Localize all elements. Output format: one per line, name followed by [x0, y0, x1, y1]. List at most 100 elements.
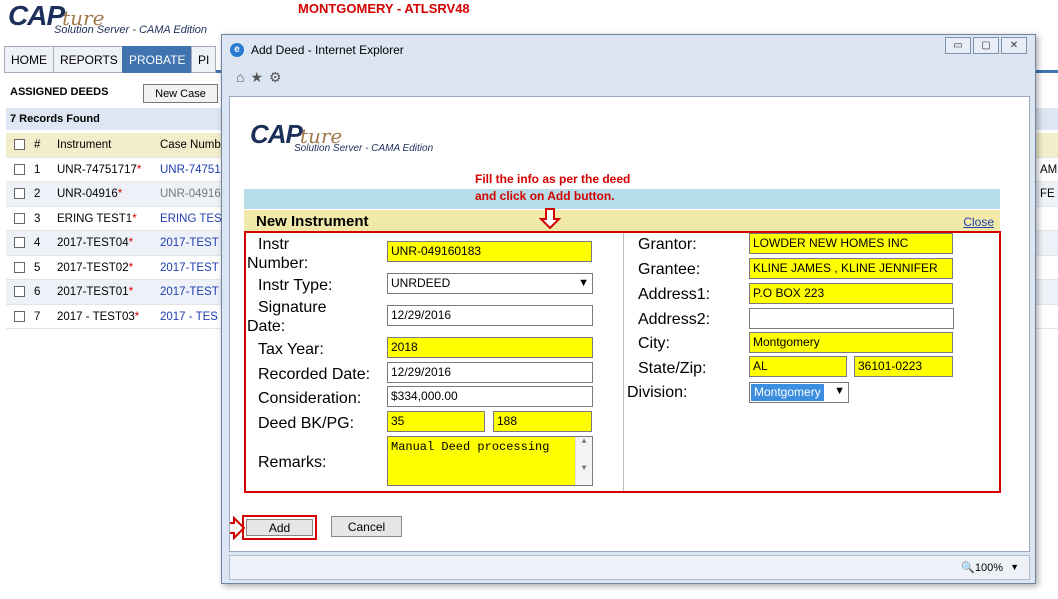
close-link[interactable]: Close — [963, 215, 994, 229]
dialog-logo: CAPture Solution Server - CAMA Edition — [250, 119, 433, 154]
deed-bkpg-label: Deed BK/PG: — [258, 415, 355, 432]
row-num: 1 — [34, 163, 41, 176]
row-checkbox[interactable] — [14, 286, 25, 297]
state-field[interactable]: AL — [749, 356, 847, 377]
select-all-checkbox[interactable] — [14, 139, 25, 150]
row-instrument: 2017 - TEST03* — [57, 310, 140, 323]
section-bar: New Instrument Close — [244, 210, 1000, 232]
chevron-down-icon: ▼ — [578, 277, 589, 289]
row-instrument: 2017-TEST02* — [57, 261, 134, 274]
chevron-down-icon: ▼ — [834, 385, 845, 397]
window-controls: ▭ ▢ ✕ — [945, 37, 1027, 54]
home-icon[interactable]: ⌂ — [236, 69, 250, 85]
row-instrument: UNR-74751717* — [57, 163, 142, 176]
tab-home[interactable]: HOME — [4, 46, 54, 73]
zoom-level[interactable]: 🔍100% — [961, 561, 1003, 574]
address1-field[interactable]: P.O BOX 223 — [749, 283, 953, 304]
tax-year-label: Tax Year: — [258, 341, 324, 358]
tab-probate[interactable]: PROBATE — [122, 46, 193, 73]
new-case-button[interactable]: New Case — [143, 84, 218, 103]
remarks-scrollbar[interactable]: ▲ ▼ — [575, 437, 592, 485]
add-button[interactable]: Add — [246, 519, 313, 536]
deed-book-field[interactable]: 35 — [387, 411, 485, 432]
zip-field[interactable]: 36101-0223 — [854, 356, 953, 377]
row-checkbox[interactable] — [14, 237, 25, 248]
remarks-label: Remarks: — [258, 454, 327, 471]
window-title: Add Deed - Internet Explorer — [251, 43, 404, 57]
row-checkbox[interactable] — [14, 261, 25, 273]
row-instrument: 2017-TEST04* — [57, 237, 134, 249]
annotation-text: Fill the info as per the deed and click … — [475, 171, 630, 205]
cancel-button[interactable]: Cancel — [331, 516, 402, 537]
row-trailing: AM — [1040, 163, 1058, 176]
grantee-label: Grantee: — [638, 261, 701, 278]
address2-field[interactable] — [749, 308, 954, 329]
add-deed-window: e Add Deed - Internet Explorer ▭ ▢ ✕ ⌂★⚙… — [221, 34, 1036, 584]
signature-label-2: Date: — [247, 318, 286, 335]
statezip-label: State/Zip: — [638, 360, 707, 377]
row-instrument: UNR-04916* — [57, 188, 123, 200]
row-checkbox[interactable] — [14, 310, 25, 322]
instr-number-label-1: Instr — [258, 236, 290, 253]
consideration-label: Consideration: — [258, 390, 362, 407]
ie-toolbar: ⌂★⚙ — [236, 69, 288, 86]
row-case-link[interactable]: 2017-TEST — [160, 231, 219, 255]
grantor-field[interactable]: LOWDER NEW HOMES INC — [749, 233, 953, 254]
address2-label: Address2: — [638, 311, 711, 328]
instr-type-value: UNRDEED — [391, 276, 451, 290]
deed-page-field[interactable]: 188 — [493, 411, 592, 432]
instrument-form: Instr Number: UNR-049160183 Instr Type: … — [244, 231, 1001, 493]
instr-type-label: Instr Type: — [258, 277, 333, 294]
remarks-value: Manual Deed processing — [391, 440, 550, 454]
tab-pi[interactable]: PI — [191, 46, 217, 73]
section-title: New Instrument — [256, 213, 369, 230]
down-arrow-icon — [539, 208, 561, 230]
zoom-dropdown-icon[interactable]: ▼ — [1010, 562, 1019, 572]
recorded-date-field[interactable]: 12/29/2016 — [387, 362, 593, 383]
instr-number-field[interactable]: UNR-049160183 — [387, 241, 592, 262]
close-icon[interactable]: ✕ — [1001, 37, 1027, 54]
row-num: 6 — [34, 286, 41, 298]
grantee-field[interactable]: KLINE JAMES , KLINE JENNIFER — [749, 258, 953, 279]
row-case-link[interactable]: 2017-TEST — [160, 280, 219, 304]
annotation-line-1: Fill the info as per the deed — [475, 172, 631, 186]
gear-icon[interactable]: ⚙ — [269, 69, 288, 85]
favorites-star-icon[interactable]: ★ — [250, 69, 269, 85]
col-num: # — [34, 139, 41, 151]
row-checkbox[interactable] — [14, 163, 25, 175]
app-logo: CAPture Solution Server - CAMA Edition — [8, 0, 207, 36]
minimize-icon[interactable]: ▭ — [945, 37, 971, 54]
row-num: 4 — [34, 237, 41, 249]
city-label: City: — [638, 335, 670, 352]
tax-year-field[interactable]: 2018 — [387, 337, 593, 358]
row-case-link[interactable]: 2017-TEST — [160, 256, 219, 280]
row-num: 5 — [34, 261, 41, 274]
row-case-link[interactable]: UNR-04916 — [160, 182, 221, 206]
row-case-link[interactable]: UNR-74751 — [160, 158, 221, 182]
signature-date-field[interactable]: 12/29/2016 — [387, 305, 593, 326]
tab-reports[interactable]: REPORTS — [53, 46, 125, 73]
logo-tagline: Solution Server - CAMA Edition — [54, 24, 208, 36]
city-field[interactable]: Montgomery — [749, 332, 953, 353]
division-select[interactable]: Montgomery ▼ — [749, 382, 849, 403]
column-divider — [623, 233, 624, 491]
row-case-link[interactable]: ERING TES — [160, 207, 222, 231]
row-num: 2 — [34, 188, 41, 200]
row-instrument: 2017-TEST01* — [57, 286, 134, 298]
col-instrument: Instrument — [57, 139, 112, 151]
row-checkbox[interactable] — [14, 188, 25, 199]
ie-icon: e — [230, 43, 244, 57]
instr-type-select[interactable]: UNRDEED ▼ — [387, 273, 593, 294]
row-instrument: ERING TEST1* — [57, 212, 137, 225]
ie-status-bar: 🔍100% ▼ — [229, 555, 1030, 580]
consideration-field[interactable]: $334,000.00 — [387, 386, 593, 407]
col-case: Case Numb — [160, 139, 221, 151]
instr-number-label-2: Number: — [247, 255, 309, 272]
dialog-content: CAPture Solution Server - CAMA Edition F… — [229, 96, 1030, 552]
row-num: 7 — [34, 310, 41, 323]
annotation-line-2: and click on Add button. — [475, 189, 615, 203]
maximize-icon[interactable]: ▢ — [973, 37, 999, 54]
row-checkbox[interactable] — [14, 212, 25, 224]
row-case-link[interactable]: 2017 - TES — [160, 305, 218, 329]
remarks-textarea[interactable]: Manual Deed processing ▲ ▼ — [387, 436, 593, 486]
